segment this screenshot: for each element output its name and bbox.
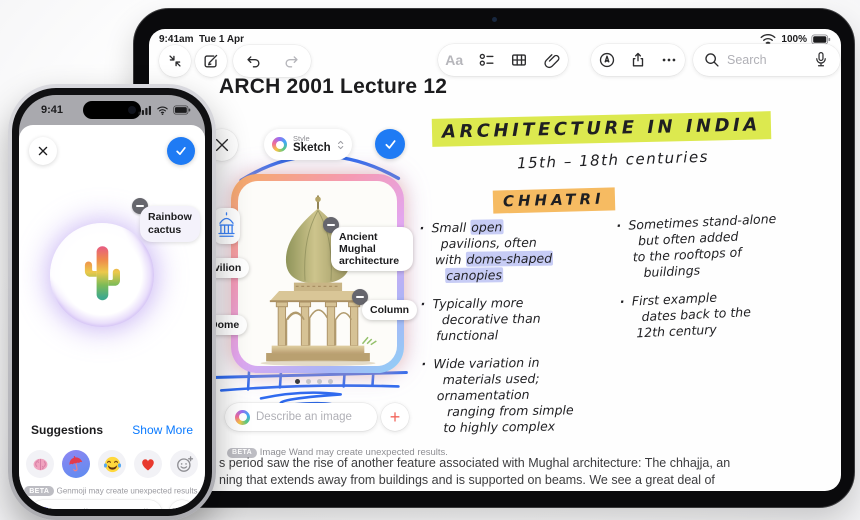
genmoji-beta-note: BETA Genmoji may create unexpected resul… <box>19 486 205 496</box>
suggestion-emoji-row <box>26 450 198 478</box>
generated-image <box>238 181 397 366</box>
style-label: Style <box>293 133 310 143</box>
search-icon <box>705 53 719 67</box>
handwritten-bullet: · First example dates back to the 12th cent… <box>619 289 752 341</box>
collapse-icon <box>169 55 181 67</box>
handwritten-bullet: · Small open pavilions, often with dome-sha… <box>419 219 554 284</box>
dynamic-island <box>83 101 141 119</box>
person-genmoji-button[interactable] <box>169 500 195 509</box>
iphone-time: 9:41 <box>41 104 64 116</box>
handwritten-subheading: 15th – 18th centuries <box>516 147 710 173</box>
typed-note-line1: s period saw the rise of another feature… <box>219 456 731 470</box>
wifi-icon <box>157 106 168 115</box>
cellular-icon <box>138 105 151 115</box>
handwritten-bullet: · Typically more decorative than functional <box>420 294 541 344</box>
compose-icon <box>204 54 218 68</box>
battery-icon <box>811 34 831 44</box>
attach-icon[interactable] <box>543 51 561 69</box>
describe-image-input[interactable]: Describe an image <box>225 403 377 431</box>
genmoji-bubble <box>50 223 154 327</box>
tag-ancient-mughal[interactable]: Ancient Mughal architecture <box>331 227 413 271</box>
format-icon[interactable]: Aa <box>445 52 463 68</box>
search-field[interactable]: Search <box>693 44 840 76</box>
checkmark-icon <box>384 139 396 149</box>
apple-intelligence-icon <box>38 506 51 509</box>
battery-percent: 100% <box>781 33 807 45</box>
generated-image-card[interactable] <box>231 174 404 373</box>
more-icon[interactable] <box>660 51 678 69</box>
iphone-screen: 9:41 Rainbow cactus Suggestions Show Mor… <box>19 95 205 509</box>
stage: 9:41am Tue 1 Apr 100% Aa Search ARCH 200… <box>0 0 860 520</box>
show-more-link[interactable]: Show More <box>132 423 193 437</box>
new-genmoji-icon[interactable] <box>170 450 198 478</box>
page-dot[interactable] <box>295 379 300 384</box>
tag-column[interactable]: Column <box>362 300 418 320</box>
suggestions-title: Suggestions <box>31 423 104 437</box>
share-icon[interactable] <box>629 51 647 69</box>
undo-icon[interactable] <box>244 52 262 70</box>
rainbow-cactus-emoji <box>84 246 120 301</box>
undo-redo-group <box>233 45 311 77</box>
table-icon[interactable] <box>510 51 528 69</box>
annotate-icon[interactable] <box>598 51 616 69</box>
add-image-button[interactable]: + <box>381 403 409 431</box>
iphone-status-bar: 9:41 <box>19 95 205 129</box>
format-tools-group: Aa <box>438 44 568 76</box>
describe-genmoji-placeholder: Describe a Genmoji <box>56 507 148 509</box>
search-placeholder: Search <box>727 53 767 67</box>
ipad-status-left: 9:41am Tue 1 Apr <box>159 34 244 45</box>
close-icon <box>38 146 48 156</box>
ipad-device: 9:41am Tue 1 Apr 100% Aa Search ARCH 200… <box>133 8 855 508</box>
umbrella-emoji[interactable] <box>62 450 90 478</box>
redo-icon[interactable] <box>283 52 301 70</box>
typed-note-line2: ning that extends away from buildings an… <box>219 473 715 487</box>
chevron-up-down-icon <box>337 140 343 149</box>
ipad-camera <box>492 17 497 22</box>
beta-badge: BETA <box>24 486 55 496</box>
apple-intelligence-icon <box>235 409 250 425</box>
collapse-button[interactable] <box>159 45 191 77</box>
image-page-dots[interactable] <box>295 379 333 384</box>
style-value: Sketch <box>293 142 331 155</box>
handwritten-bullet: · Sometimes stand-alone but often added to … <box>616 210 777 280</box>
handwritten-section: CHHATRI <box>492 187 615 214</box>
sketch-thumbnail-drawing <box>218 212 235 237</box>
mic-icon[interactable] <box>812 51 830 69</box>
note-title: ARCH 2001 Lecture 12 <box>219 75 448 98</box>
describe-image-placeholder: Describe an image <box>256 411 352 423</box>
battery-icon <box>173 105 191 115</box>
page-dot[interactable] <box>317 379 322 384</box>
iphone-device: 9:41 Rainbow cactus Suggestions Show Mor… <box>8 84 216 520</box>
close-genmoji-button[interactable] <box>29 137 57 165</box>
accept-genmoji-button[interactable] <box>167 137 195 165</box>
handwritten-heading: ARCHITECTURE IN INDIA <box>431 111 772 147</box>
accept-image-button[interactable] <box>375 129 405 159</box>
markup-tools-group <box>591 44 685 76</box>
style-selector[interactable]: Style Sketch <box>264 129 352 160</box>
heart-emoji[interactable] <box>134 450 162 478</box>
chhatri-illustration <box>260 195 377 366</box>
page-dot[interactable] <box>328 379 333 384</box>
handwritten-bullet: · Wide variation in materials used; ornamen… <box>421 354 574 436</box>
brain-emoji[interactable] <box>26 450 54 478</box>
ipad-notes-app: 9:41am Tue 1 Apr 100% Aa Search ARCH 200… <box>149 29 841 491</box>
original-sketch-thumbnail[interactable] <box>213 208 240 244</box>
genmoji-sheet: Rainbow cactus Suggestions Show More BET… <box>19 125 205 509</box>
ipad-date: Tue 1 Apr <box>199 33 245 45</box>
person-icon <box>180 508 184 509</box>
notes-right-column: · Sometimes stand-alone but often added to … <box>616 208 841 354</box>
ipad-time: 9:41am <box>159 33 194 45</box>
genmoji-tag[interactable]: Rainbow cactus <box>140 206 200 242</box>
describe-genmoji-input[interactable]: Describe a Genmoji <box>30 500 162 509</box>
page-dot[interactable] <box>306 379 311 384</box>
compose-button[interactable] <box>195 45 227 77</box>
checkmark-icon <box>176 147 186 155</box>
notes-left-column: · Small open pavilions, often with dome-sha… <box>419 218 627 449</box>
checklist-icon[interactable] <box>478 51 496 69</box>
laughing-emoji[interactable] <box>98 450 126 478</box>
apple-intelligence-icon <box>272 137 287 152</box>
